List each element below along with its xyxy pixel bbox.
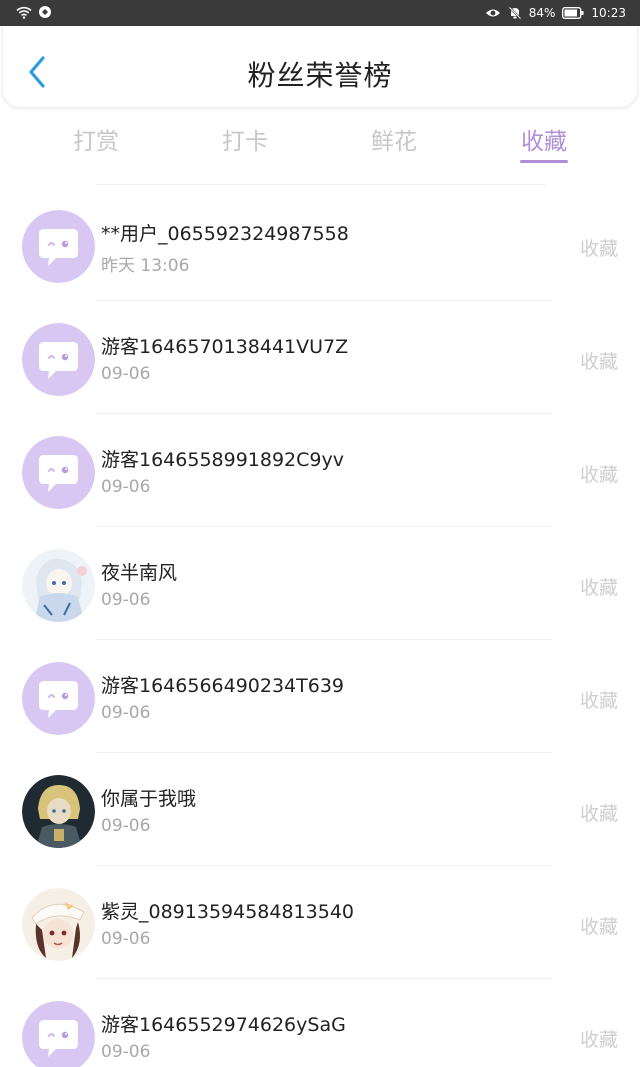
default-chat-avatar[interactable]	[22, 1001, 95, 1067]
fan-time: 昨天 13:06	[101, 256, 190, 276]
app-notification-icon	[39, 6, 51, 18]
fan-list: **用户_065592324987558 昨天 13:06 收藏 游客16465…	[0, 188, 640, 1067]
tab-flowers[interactable]: 鲜花	[344, 122, 444, 156]
fan-time: 09-06	[101, 703, 151, 723]
fan-name: 夜半南风	[101, 562, 178, 584]
tab-bar: 打赏 打卡 鲜花 收藏	[0, 110, 640, 170]
list-item[interactable]: 游客1646566490234T639 09-06 收藏	[0, 640, 640, 753]
action-label: 收藏	[579, 351, 618, 373]
fan-time: 09-06	[101, 929, 151, 949]
action-label: 收藏	[579, 803, 618, 825]
battery-percent: 84%	[528, 6, 556, 20]
fan-time: 09-06	[101, 1042, 151, 1062]
divider	[96, 184, 546, 185]
status-bar: 84% 10:23	[0, 0, 640, 26]
action-label: 收藏	[579, 690, 618, 712]
list-item[interactable]: 你属于我哦 09-06 收藏	[0, 753, 640, 866]
status-left-icons	[16, 5, 52, 19]
blonde-character-dark-avatar[interactable]	[22, 775, 95, 848]
fan-name: **用户_065592324987558	[101, 223, 349, 245]
default-chat-avatar[interactable]	[22, 210, 95, 283]
fan-name: 游客1646566490234T639	[101, 675, 345, 697]
battery-icon	[562, 7, 584, 19]
tab-favorites[interactable]: 收藏	[494, 122, 594, 156]
list-item[interactable]: 夜半南风 09-06 收藏	[0, 527, 640, 640]
wifi-icon	[16, 6, 32, 19]
active-tab-indicator	[520, 160, 568, 163]
fan-name: 紫灵_08913594584813540	[101, 901, 355, 923]
header-bar: 粉丝荣誉榜	[2, 26, 638, 108]
fan-name: 游客1646570138441VU7Z	[101, 336, 349, 358]
anime-girl-blue-avatar[interactable]	[22, 549, 95, 622]
fan-time: 09-06	[101, 477, 151, 497]
fan-name: 游客1646558991892C9yv	[101, 449, 344, 471]
mute-bell-icon	[508, 6, 522, 20]
tab-checkin[interactable]: 打卡	[195, 122, 295, 156]
fan-time: 09-06	[101, 816, 151, 836]
list-item[interactable]: 紫灵_08913594584813540 09-06 收藏	[0, 866, 640, 979]
action-label: 收藏	[579, 916, 618, 938]
action-label: 收藏	[579, 238, 618, 260]
list-item[interactable]: 游客1646558991892C9yv 09-06 收藏	[0, 414, 640, 527]
status-right-icons: 84% 10:23	[485, 5, 626, 21]
fan-time: 09-06	[101, 364, 151, 384]
page-title: 粉丝荣誉榜	[247, 59, 393, 92]
tab-reward[interactable]: 打赏	[46, 122, 146, 156]
default-chat-avatar[interactable]	[22, 436, 95, 509]
fan-name: 游客1646552974626ySaG	[101, 1014, 346, 1036]
action-label: 收藏	[579, 1029, 618, 1051]
default-chat-avatar[interactable]	[22, 323, 95, 396]
fan-name: 你属于我哦	[101, 788, 197, 810]
list-item[interactable]: 游客1646552974626ySaG 09-06 收藏	[0, 979, 640, 1067]
default-chat-avatar[interactable]	[22, 662, 95, 735]
fan-time: 09-06	[101, 590, 151, 610]
anime-girl-hat-avatar[interactable]	[22, 888, 95, 961]
eye-icon	[485, 9, 500, 17]
action-label: 收藏	[579, 577, 618, 599]
list-item[interactable]: **用户_065592324987558 昨天 13:06 收藏	[0, 188, 640, 301]
list-item[interactable]: 游客1646570138441VU7Z 09-06 收藏	[0, 301, 640, 414]
action-label: 收藏	[579, 464, 618, 486]
status-time: 10:23	[591, 6, 626, 20]
